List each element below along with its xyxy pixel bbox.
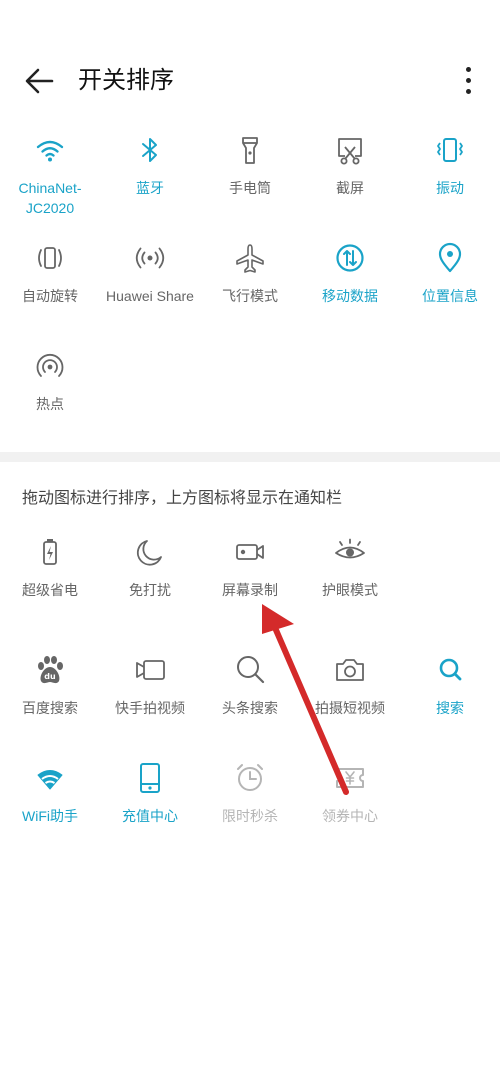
toggle-label: 位置信息 bbox=[422, 288, 478, 304]
toggle-mobile-data[interactable]: 移动数据 bbox=[300, 240, 400, 306]
screen-record-icon bbox=[236, 544, 264, 560]
eye-icon bbox=[335, 538, 365, 559]
toggle-label: WiFi助手 bbox=[22, 808, 78, 824]
toggle-label: 截屏 bbox=[336, 180, 364, 196]
hotspot-icon bbox=[36, 353, 64, 377]
screenshot-icon bbox=[338, 138, 362, 165]
toggle-label: 免打扰 bbox=[129, 582, 171, 598]
wifi-assistant-icon bbox=[37, 770, 63, 790]
toggle-vibrate[interactable]: 振动 bbox=[400, 132, 500, 198]
toggle-label: 护眼模式 bbox=[322, 582, 378, 598]
battery-saver-icon bbox=[43, 539, 57, 565]
vibrate-icon bbox=[437, 138, 463, 162]
toggle-label: 自动旋转 bbox=[22, 288, 78, 304]
coupon-icon bbox=[336, 768, 364, 788]
toggle-wifi-assistant[interactable]: WiFi助手 bbox=[0, 760, 100, 826]
bluetooth-icon bbox=[142, 138, 157, 162]
airplane-icon bbox=[236, 244, 264, 273]
toggle-label: 蓝牙 bbox=[136, 180, 164, 196]
toggle-label: 拍摄短视频 bbox=[315, 700, 385, 716]
more-options-icon[interactable] bbox=[456, 64, 480, 98]
wifi-icon bbox=[36, 140, 64, 162]
toggle-wifi[interactable]: ChinaNet- JC2020 bbox=[0, 132, 100, 218]
toggle-label: 热点 bbox=[36, 396, 64, 412]
toggle-airplane[interactable]: 飞行模式 bbox=[200, 240, 300, 306]
toggle-label: 领券中心 bbox=[322, 808, 378, 824]
toggle-eye-comfort[interactable]: 护眼模式 bbox=[300, 534, 400, 600]
toggle-coupon-center[interactable]: 领券中心 bbox=[300, 760, 400, 826]
sort-hint-text: 拖动图标进行排序，上方图标将显示在通知栏 bbox=[22, 490, 343, 507]
toggle-hotspot[interactable]: 热点 bbox=[0, 348, 100, 414]
toggle-label: 飞行模式 bbox=[222, 288, 278, 304]
toggle-do-not-disturb[interactable]: 免打扰 bbox=[100, 534, 200, 600]
toggle-label: 振动 bbox=[436, 180, 464, 196]
page-title: 开关排序 bbox=[78, 67, 174, 94]
toggle-search[interactable]: 搜索 bbox=[400, 652, 500, 718]
toggle-flash-sale[interactable]: 限时秒杀 bbox=[200, 760, 300, 826]
toggle-label: 手电筒 bbox=[229, 180, 271, 196]
toggle-baidu-search[interactable]: du 百度搜索 bbox=[0, 652, 100, 718]
header-bar: 开关排序 bbox=[0, 0, 500, 140]
toggle-flashlight[interactable]: 手电筒 bbox=[200, 132, 300, 198]
toggle-label: 限时秒杀 bbox=[222, 808, 278, 824]
toggle-label: 搜索 bbox=[436, 700, 464, 716]
baidu-icon: du bbox=[38, 656, 63, 684]
toggle-label: 头条搜索 bbox=[222, 700, 278, 716]
search-icon bbox=[439, 658, 462, 681]
toggle-screen-record[interactable]: 屏幕录制 bbox=[200, 534, 300, 600]
mobile-data-icon bbox=[336, 244, 364, 272]
toggle-label: 移动数据 bbox=[322, 288, 378, 304]
camera-icon bbox=[336, 659, 364, 681]
alarm-clock-icon bbox=[237, 764, 263, 791]
toggle-auto-rotate[interactable]: 自动旋转 bbox=[0, 240, 100, 306]
phone-recharge-icon bbox=[140, 763, 160, 793]
toggle-label: ChinaNet- JC2020 bbox=[18, 180, 82, 216]
toggle-label: 快手拍视频 bbox=[115, 700, 185, 716]
auto-rotate-icon bbox=[38, 247, 62, 269]
toggle-screenshot[interactable]: 截屏 bbox=[300, 132, 400, 198]
toggle-label: 充值中心 bbox=[122, 808, 178, 824]
toggle-location[interactable]: 位置信息 bbox=[400, 240, 500, 306]
toggle-label: 屏幕录制 bbox=[222, 582, 278, 598]
toggle-toutiao-search[interactable]: 头条搜索 bbox=[200, 652, 300, 718]
toggle-short-video[interactable]: 拍摄短视频 bbox=[300, 652, 400, 718]
toggle-bluetooth[interactable]: 蓝牙 bbox=[100, 132, 200, 198]
toggle-battery-saver[interactable]: 超级省电 bbox=[0, 534, 100, 600]
video-camera-icon bbox=[136, 660, 165, 680]
toggle-kuaishou[interactable]: 快手拍视频 bbox=[100, 652, 200, 718]
search-icon bbox=[237, 656, 265, 684]
back-arrow-icon[interactable] bbox=[22, 64, 56, 98]
toggle-label: Huawei Share bbox=[106, 288, 194, 304]
flashlight-icon bbox=[242, 137, 258, 164]
toggle-label: 超级省电 bbox=[22, 582, 78, 598]
section-divider bbox=[0, 452, 500, 462]
toggle-label: 百度搜索 bbox=[22, 700, 78, 716]
moon-icon bbox=[136, 540, 162, 566]
toggle-huawei-share[interactable]: Huawei Share bbox=[100, 240, 200, 306]
huawei-share-icon bbox=[135, 247, 165, 269]
toggle-recharge-center[interactable]: 充值中心 bbox=[100, 760, 200, 826]
location-icon bbox=[438, 242, 462, 273]
svg-text:du: du bbox=[44, 672, 56, 681]
